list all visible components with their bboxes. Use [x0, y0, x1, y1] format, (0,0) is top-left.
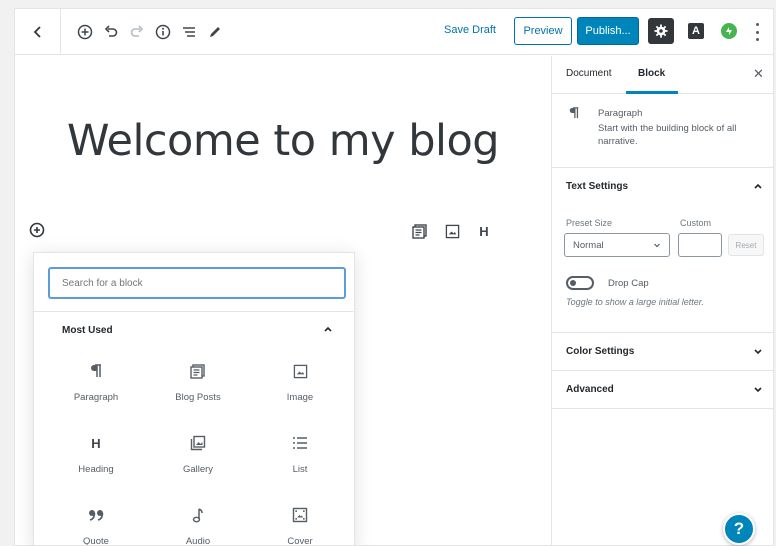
chevron-down-icon	[654, 243, 660, 248]
blog-posts-block-button[interactable]	[411, 222, 429, 240]
drop-cap-help: Toggle to show a large initial letter.	[566, 297, 704, 307]
block-item-label: List	[292, 464, 308, 475]
save-draft-link[interactable]: Save Draft	[444, 24, 496, 36]
preset-size-label: Preset Size	[566, 218, 613, 228]
post-title[interactable]: Welcome to my blog	[67, 116, 500, 166]
block-item-label: Paragraph	[73, 392, 119, 403]
redo-button[interactable]	[127, 22, 147, 42]
add-block-button[interactable]	[75, 22, 95, 42]
edit-mode-button[interactable]	[205, 22, 225, 42]
pencil-icon	[210, 27, 220, 37]
info-button[interactable]	[153, 22, 173, 42]
block-card-description: Start with the building block of all nar…	[598, 123, 737, 147]
block-item-blog-posts[interactable]: Blog Posts	[150, 356, 246, 422]
audio-icon	[192, 508, 203, 523]
gear-icon	[654, 24, 668, 38]
block-item-label: Gallery	[182, 464, 214, 475]
more-menu-button[interactable]	[752, 23, 762, 41]
tab-block[interactable]: Block	[638, 68, 665, 79]
block-item-audio[interactable]: Audio	[150, 500, 246, 546]
preset-size-value: Normal	[573, 239, 604, 251]
block-item-label: Blog Posts	[175, 392, 221, 403]
color-settings-header[interactable]: Color Settings	[552, 333, 773, 371]
heading-icon: H	[91, 435, 101, 451]
block-card: Paragraph Start with the building block …	[552, 94, 773, 168]
chevron-left-icon	[33, 26, 41, 38]
list-outline-icon	[183, 27, 195, 37]
block-item-gallery[interactable]: Gallery	[150, 428, 246, 494]
block-inserter-popover: Most Used Paragraph Blog Posts Image H H…	[33, 252, 355, 546]
panel-title: Color Settings	[566, 346, 635, 357]
chevron-up-icon	[752, 180, 764, 195]
blog-posts-icon	[412, 224, 427, 239]
text-settings-header[interactable]: Text Settings	[552, 168, 773, 206]
cover-icon	[292, 507, 308, 523]
block-item-label: Heading	[78, 464, 114, 475]
image-icon	[293, 364, 307, 378]
block-item-list[interactable]: List	[252, 428, 348, 494]
outline-button[interactable]	[179, 22, 199, 42]
plus-circle-icon	[77, 24, 93, 40]
block-item-quote[interactable]: Quote	[48, 500, 144, 546]
dot-icon	[755, 23, 759, 26]
advanced-header[interactable]: Advanced	[552, 371, 773, 409]
blog-posts-icon	[190, 364, 205, 379]
drop-cap-label: Drop Cap	[608, 278, 649, 289]
gallery-icon	[190, 435, 206, 451]
paragraph-icon	[568, 106, 580, 123]
help-button[interactable]: ?	[723, 513, 755, 545]
sidebar-tabs: Document Block ✕	[552, 56, 773, 94]
list-icon	[293, 437, 307, 449]
block-item-image[interactable]: Image	[252, 356, 348, 422]
settings-sidebar: Document Block ✕ Paragraph Start with th…	[551, 56, 773, 545]
dot-icon	[755, 38, 759, 41]
block-item-label: Audio	[185, 536, 211, 546]
undo-button[interactable]	[101, 22, 121, 42]
heading-block-button[interactable]: H	[475, 222, 493, 240]
image-icon	[445, 224, 459, 238]
block-item-cover[interactable]: Cover	[252, 500, 348, 546]
most-used-heading: Most Used	[62, 325, 113, 336]
info-icon	[155, 24, 171, 40]
image-block-button[interactable]	[443, 222, 461, 240]
redo-icon	[130, 25, 144, 37]
publish-button[interactable]: Publish...	[577, 17, 639, 45]
block-item-label: Quote	[83, 536, 109, 546]
custom-size-label: Custom	[680, 218, 712, 228]
settings-button[interactable]	[648, 18, 674, 44]
divider	[34, 311, 354, 312]
close-sidebar-icon[interactable]: ✕	[753, 66, 764, 82]
chevron-down-icon	[752, 383, 764, 398]
block-card-title: Paragraph	[598, 108, 643, 119]
quote-icon	[89, 510, 104, 521]
panel-title: Text Settings	[566, 181, 629, 192]
chevron-down-icon	[752, 345, 764, 360]
block-item-paragraph[interactable]: Paragraph	[48, 356, 144, 422]
chevron-up-icon[interactable]	[322, 323, 334, 335]
tab-document[interactable]: Document	[566, 68, 612, 79]
panel-title: Advanced	[566, 384, 614, 395]
undo-icon	[104, 25, 118, 37]
preview-button[interactable]: Preview	[514, 17, 572, 45]
reset-button[interactable]: Reset	[728, 234, 764, 256]
plugin-a-button[interactable]: A	[688, 23, 704, 39]
block-item-heading[interactable]: H Heading	[48, 428, 144, 494]
editor-frame: Save Draft Preview Publish... A Welcome …	[14, 8, 774, 546]
question-mark-icon: ?	[733, 519, 745, 538]
inline-inserter-icon[interactable]	[29, 222, 45, 238]
top-toolbar: Save Draft Preview Publish... A	[15, 9, 773, 55]
custom-size-input[interactable]	[678, 233, 722, 257]
dot-icon	[755, 30, 759, 34]
preset-size-select[interactable]: Normal	[564, 233, 670, 257]
block-item-label: Cover	[287, 536, 313, 546]
drop-cap-toggle[interactable]	[566, 276, 594, 290]
back-button[interactable]	[15, 9, 61, 55]
block-search-input[interactable]	[48, 267, 346, 299]
block-item-label: Image	[286, 392, 314, 403]
jetpack-icon[interactable]	[721, 23, 737, 39]
paragraph-icon	[91, 364, 101, 377]
